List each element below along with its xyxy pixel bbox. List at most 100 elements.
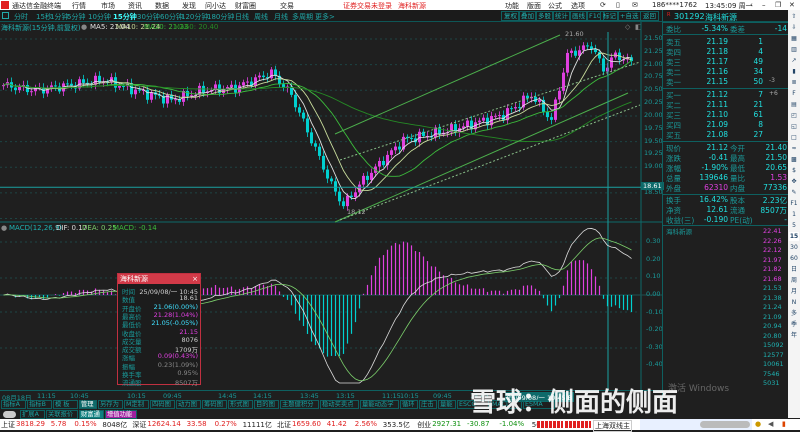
box-icon[interactable]: □ (789, 133, 799, 142)
index-name[interactable]: 上证 (1, 420, 15, 430)
side-period-9[interactable]: N (789, 298, 799, 307)
candle-icon[interactable]: ▮ (789, 67, 799, 76)
indicator-button-8[interactable]: 筹码图 (202, 400, 227, 409)
time-axis-label: 14:45 (218, 392, 237, 400)
bars-icon[interactable]: ▥ (789, 45, 799, 54)
window-icon[interactable]: ◰ (789, 111, 799, 120)
candle-down (122, 85, 125, 87)
macd-axis-label: 0.00 (646, 290, 661, 298)
indicator-button-12[interactable]: 稳动买卖点 (320, 400, 359, 409)
index-chg: 5.78 (50, 420, 67, 428)
mini-price-label: 20.94 (763, 322, 782, 330)
side-period-10[interactable]: 多 (789, 309, 799, 318)
mini-volume-label: 7546 (763, 369, 780, 378)
kline-chart[interactable] (0, 0, 662, 390)
indicator-button-14[interactable]: 循环 (400, 400, 418, 409)
side-period-11[interactable]: 季 (789, 320, 799, 329)
side-period-12[interactable]: 年 (789, 331, 799, 340)
macd-settings-icon[interactable]: ● (1, 224, 7, 232)
minimize-button[interactable]: – (762, 1, 766, 9)
indicator-button-5[interactable]: M定制 (124, 400, 149, 409)
candle-down (186, 90, 189, 97)
layers-icon[interactable]: ≣ (789, 78, 799, 87)
indicator-button-4[interactable]: 另存为 (98, 400, 123, 409)
time-axis-label: 14:15 (253, 392, 272, 400)
candle-up (538, 99, 541, 102)
grid-icon[interactable]: ▦ (789, 34, 799, 43)
table-icon[interactable]: ▩ (789, 155, 799, 164)
notification-icon[interactable]: ● (755, 420, 761, 428)
index-name[interactable]: 深证 (132, 420, 146, 430)
indicator-button-11[interactable]: 主题健积分 (280, 400, 319, 409)
index-value: 1659.60 (292, 420, 321, 428)
indicator-button-7[interactable]: 动力图 (176, 400, 201, 409)
candle-up (18, 86, 21, 91)
down-arrow-icon[interactable]: ⇩ (789, 23, 799, 32)
side-period-1[interactable]: 1 (789, 210, 799, 219)
time-axis-label: 13:45 (300, 392, 319, 400)
move-icon[interactable]: ✥ (789, 177, 799, 186)
restore-button[interactable]: ❐ (775, 1, 781, 9)
candle-up (566, 52, 569, 73)
tooltip-row-value: 8507万 (174, 379, 198, 388)
price-axis-label: 19.00 (644, 162, 663, 171)
index-name[interactable]: 创业 (417, 420, 431, 430)
indicator-button-10[interactable]: 目的图 (254, 400, 279, 409)
money-icon[interactable]: $ (789, 166, 799, 175)
market-breadth-bar (565, 421, 591, 428)
candle-up (258, 75, 261, 78)
macd-value: MACD: -0.14 (113, 224, 157, 232)
stack-icon[interactable]: ◱ (789, 122, 799, 131)
indicator-button-16[interactable]: 量能 (438, 400, 456, 409)
extension-button-0[interactable]: 扩展A (20, 410, 45, 419)
note-icon[interactable]: ▤ (789, 100, 799, 109)
price-axis-label: 20.50 (644, 85, 663, 94)
candle-down (130, 83, 133, 95)
candle-down (66, 83, 69, 85)
indicator-button-13[interactable]: 量能动态学 (360, 400, 399, 409)
indicator-button-9[interactable]: 形式图 (228, 400, 253, 409)
indicator-button-6[interactable]: 四码图 (150, 400, 175, 409)
speaker-icon[interactable]: ◀ (768, 420, 773, 428)
candle-up (482, 117, 485, 121)
index-name[interactable]: 北证 (277, 420, 291, 430)
up-arrow-icon[interactable]: ⇧ (789, 12, 799, 21)
side-period-0[interactable]: F1 (789, 199, 799, 208)
indicator-button-1[interactable]: 指标B (27, 400, 52, 409)
side-period-4[interactable]: 30 (789, 243, 799, 252)
indicator-button-2[interactable]: 模 板 (53, 400, 78, 409)
extension-button-3[interactable]: 增值功能 (105, 410, 137, 419)
index-chg: 41.42 (326, 420, 347, 428)
side-period-2[interactable]: 5 (789, 221, 799, 230)
progress-pill (700, 421, 750, 428)
toggle-switch[interactable] (3, 411, 16, 418)
ticker-label[interactable]: 上海双线主 (593, 420, 632, 432)
f10-icon[interactable]: F (789, 89, 799, 98)
side-period-7[interactable]: 周 (789, 276, 799, 285)
side-period-8[interactable]: 月 (789, 287, 799, 296)
extension-button-2[interactable]: 财富通 (79, 410, 104, 419)
side-period-3[interactable]: 15 (789, 232, 799, 241)
candle-up (570, 50, 573, 53)
extension-button-1[interactable]: 关联报价 (46, 410, 78, 419)
close-button[interactable]: ✕ (789, 1, 795, 9)
close-icon[interactable]: × (192, 275, 198, 283)
mini-price-label: 22.41 (763, 227, 782, 235)
candle-up (242, 82, 245, 86)
intraday-mini-chart[interactable] (663, 10, 789, 185)
stat-value: -0.190 (703, 215, 728, 224)
candle-down (550, 117, 553, 120)
trend-icon[interactable]: ↗ (789, 56, 799, 65)
indicator-button-15[interactable]: 庄击 (419, 400, 437, 409)
side-period-6[interactable]: 日 (789, 265, 799, 274)
indicator-button-3[interactable]: 管理 (79, 400, 97, 409)
pencil-icon[interactable]: ✎ (789, 188, 799, 197)
side-period-5[interactable]: 60 (789, 254, 799, 263)
back-icon[interactable]: ‹ (750, 1, 753, 9)
candle-down (294, 94, 297, 108)
candle-down (302, 112, 305, 119)
ma20-line (3, 60, 632, 177)
signal-icon[interactable]: ▮ (782, 420, 786, 428)
indicator-button-0[interactable]: 指标A (1, 400, 26, 409)
wave-icon[interactable]: ≈ (789, 144, 799, 153)
